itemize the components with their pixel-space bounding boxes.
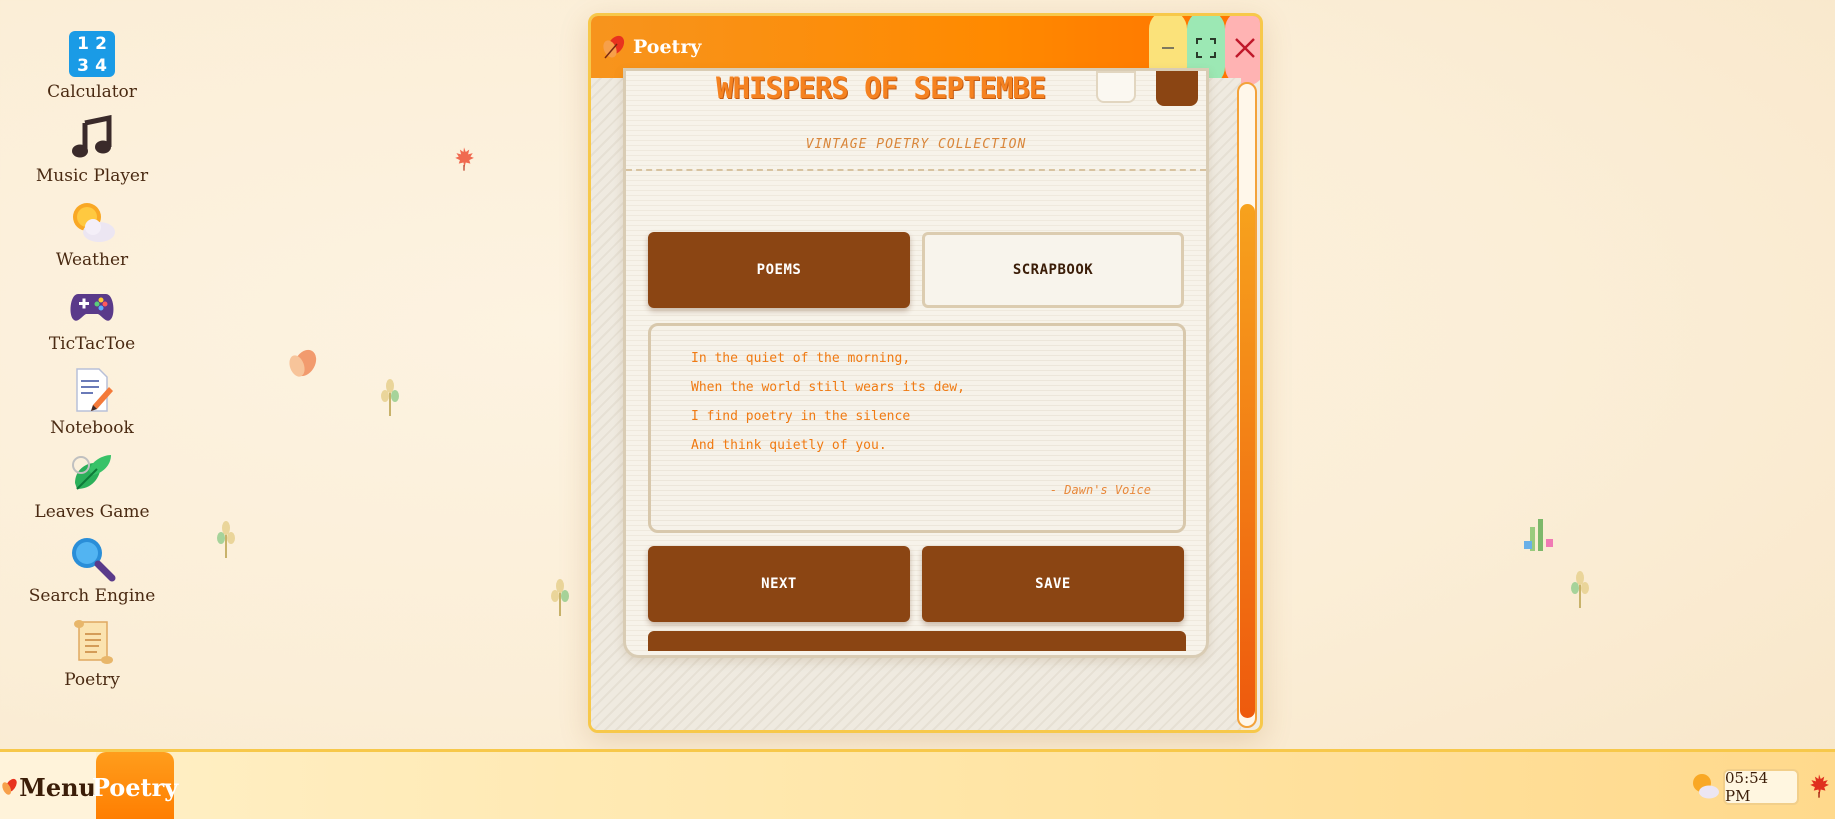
minimize-icon	[1162, 47, 1174, 49]
menu-label: Menu	[19, 772, 96, 802]
desktop-icon-notebook[interactable]: Notebook	[20, 364, 164, 448]
maple-leaf-icon[interactable]	[1805, 772, 1833, 800]
theme-toggle-light[interactable]	[1096, 71, 1136, 103]
dashed-divider	[626, 169, 1206, 171]
poetry-window: Poetry WHISPERS OF SEPTEMBE VINTAGE POET…	[588, 13, 1263, 733]
desktop-icon-tictactoe[interactable]: TicTacToe	[20, 280, 164, 364]
collection-subtitle: VINTAGE POETRY COLLECTION	[805, 137, 1027, 152]
calculator-digit: 4	[95, 56, 107, 76]
scroll-icon	[66, 616, 118, 668]
desktop-icon-poetry[interactable]: Poetry	[20, 616, 164, 700]
bamboo-decoration	[1524, 519, 1553, 551]
tab-poems[interactable]: POEMS	[648, 232, 910, 308]
tab-scrapbook[interactable]: SCRAPBOOK	[922, 232, 1184, 308]
wheat-decoration	[551, 579, 569, 616]
desktop-icons: 1 2 3 4 Calculator Music Player Weather …	[20, 28, 164, 700]
taskbar: Menu Poetry 05:54 PM	[0, 749, 1835, 819]
sun-cloud-icon	[66, 196, 118, 248]
maple-leaf-decoration	[455, 147, 474, 171]
desktop-icon-label: Notebook	[50, 418, 134, 438]
poem-line: When the world still wears its dew,	[691, 380, 965, 395]
wheat-decoration	[1571, 571, 1589, 608]
desktop-icon-weather[interactable]: Weather	[20, 196, 164, 280]
calculator-icon: 1 2 3 4	[66, 28, 118, 80]
desktop-icon-label: Search Engine	[28, 586, 156, 606]
leaf-decoration	[289, 349, 317, 377]
poem-card: In the quiet of the morning, When the wo…	[648, 323, 1186, 533]
desktop-icon-label: Calculator	[47, 82, 137, 102]
music-note-icon	[66, 112, 118, 164]
save-button[interactable]: SAVE	[922, 546, 1184, 622]
desktop-icon-calculator[interactable]: 1 2 3 4 Calculator	[20, 28, 164, 112]
poem-line: And think quietly of you.	[691, 438, 887, 453]
sun-cloud-icon[interactable]	[1690, 772, 1720, 800]
theme-toggle-dark[interactable]	[1156, 71, 1198, 106]
poetry-paper: WHISPERS OF SEPTEMBE VINTAGE POETRY COLL…	[623, 68, 1209, 658]
leaves-icon	[66, 448, 118, 500]
maximize-icon	[1196, 38, 1216, 58]
close-button[interactable]	[1225, 16, 1260, 86]
taskbar-item-label: Poetry	[91, 772, 179, 802]
poem-author: - Dawn's Voice	[1049, 483, 1151, 497]
desktop-icon-label: Weather	[55, 250, 129, 270]
partially-visible-button[interactable]	[648, 631, 1186, 651]
window-scrollbar[interactable]	[1237, 82, 1257, 728]
leaf-app-icon	[603, 35, 625, 59]
desktop-icon-label: TicTacToe	[48, 334, 136, 354]
next-button[interactable]: NEXT	[648, 546, 910, 622]
leaf-menu-icon	[2, 778, 17, 795]
collection-heading: WHISPERS OF SEPTEMBE	[716, 71, 1046, 105]
magnifier-icon	[66, 532, 118, 584]
taskbar-clock[interactable]: 05:54 PM	[1723, 769, 1799, 805]
start-menu-button[interactable]: Menu	[0, 752, 96, 819]
close-icon	[1235, 38, 1255, 58]
wheat-decoration	[217, 521, 235, 558]
calculator-digit: 2	[95, 34, 107, 54]
calculator-digit: 1	[77, 34, 89, 54]
notebook-icon	[66, 364, 118, 416]
poem-line: I find poetry in the silence	[691, 409, 911, 424]
scrollbar-thumb[interactable]	[1240, 204, 1255, 718]
window-content: WHISPERS OF SEPTEMBE VINTAGE POETRY COLL…	[591, 68, 1241, 730]
desktop-icon-label: Poetry	[64, 670, 120, 690]
window-title: Poetry	[633, 36, 702, 58]
poem-line: In the quiet of the morning,	[691, 351, 911, 366]
desktop-icon-label: Music Player	[35, 166, 149, 186]
gamepad-icon	[66, 280, 118, 332]
desktop-icon-music-player[interactable]: Music Player	[20, 112, 164, 196]
calculator-digit: 3	[77, 56, 89, 76]
desktop-icon-leaves-game[interactable]: Leaves Game	[20, 448, 164, 532]
taskbar-item-poetry[interactable]: Poetry	[92, 752, 178, 819]
wheat-decoration	[381, 379, 399, 416]
desktop-icon-search-engine[interactable]: Search Engine	[20, 532, 164, 616]
desktop-icon-label: Leaves Game	[34, 502, 150, 522]
